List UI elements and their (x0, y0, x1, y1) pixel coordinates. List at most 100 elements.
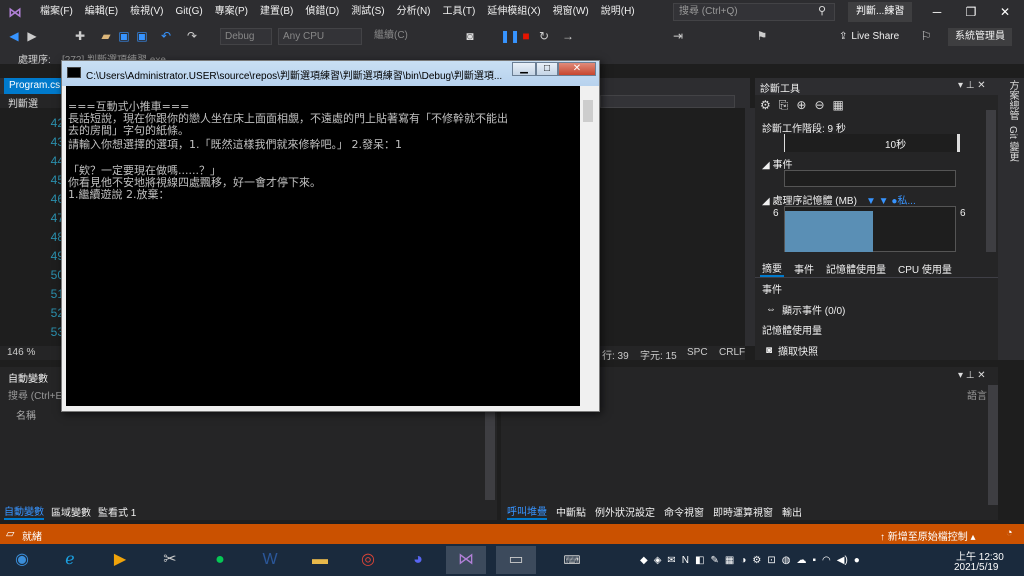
console-scrollbar-thumb[interactable] (583, 100, 593, 122)
discord-icon[interactable]: ◕ (398, 546, 438, 574)
member-dropdown[interactable] (600, 95, 735, 108)
tab-cpu-usage[interactable]: CPU 使用量 (896, 261, 954, 276)
console-close-button[interactable]: ✕ (558, 62, 596, 76)
settings-icon[interactable]: ⚙ (760, 98, 771, 112)
tray-app-icon[interactable]: ⚙ (752, 555, 761, 566)
start-button-icon[interactable]: ◉ (2, 546, 42, 574)
memory-section-label[interactable]: ◢ 處理序記憶體 (MB) (762, 192, 857, 207)
open-folder-icon[interactable]: ▰ (98, 28, 114, 44)
admin-badge[interactable]: 系統管理員 (948, 28, 1012, 46)
take-snapshot-button[interactable]: ◙ 擷取快照 (766, 343, 818, 358)
menu-help[interactable]: 說明(H) (595, 0, 641, 24)
snipping-tool-icon[interactable]: ✂ (150, 546, 190, 574)
tab-memory-usage[interactable]: 記憶體使用量 (824, 261, 888, 276)
column-indicator[interactable]: 字元: 15 (640, 347, 677, 362)
close-button[interactable]: ✕ (988, 0, 1022, 24)
zoom-in-icon[interactable]: ⊕ (796, 98, 806, 112)
feedback-icon[interactable]: ⚐ (918, 28, 934, 44)
tab-output[interactable]: 輸出 (782, 504, 802, 519)
step-icon[interactable]: → (560, 28, 576, 44)
git-changes-tab[interactable]: Git 變更 (1005, 126, 1020, 162)
solution-explorer-tab[interactable]: 方案總管 (1005, 80, 1020, 120)
tray-app-icon[interactable]: ✎ (710, 555, 718, 566)
live-share-button[interactable]: ⇪ Live Share (839, 28, 899, 46)
tab-events[interactable]: 事件 (792, 261, 816, 276)
menu-analyze[interactable]: 分析(N) (391, 0, 437, 24)
restart-icon[interactable]: ↻ (536, 28, 552, 44)
volume-icon[interactable]: ◀) (837, 555, 848, 566)
tray-app-icon[interactable]: ◧ (695, 555, 704, 566)
events-section-label[interactable]: ◢ 事件 (762, 156, 792, 171)
menu-file[interactable]: 檔案(F) (34, 0, 79, 24)
panel-controls-icon[interactable]: ▾ ⊥ ✕ (958, 370, 986, 381)
tray-app-icon[interactable]: ◍ (782, 555, 791, 566)
tray-app-icon[interactable]: ▦ (725, 555, 734, 566)
menu-project[interactable]: 專案(P) (209, 0, 254, 24)
console-scrollbar[interactable] (581, 86, 595, 406)
restore-button[interactable]: ❐ (954, 0, 988, 24)
pause-icon[interactable]: ❚❚ (500, 28, 520, 44)
console-maximize-button[interactable]: □ (536, 62, 558, 76)
tab-watch1[interactable]: 監看式 1 (98, 504, 136, 519)
tray-app-icon[interactable]: ✉ (667, 555, 675, 566)
menu-build[interactable]: 建置(B) (254, 0, 299, 24)
word-icon[interactable]: W (250, 546, 290, 574)
menu-extensions[interactable]: 延伸模組(X) (481, 0, 546, 24)
tray-app-icon[interactable]: ◈ (654, 555, 662, 566)
tab-exception-settings[interactable]: 例外狀況設定 (595, 504, 655, 519)
stop-icon[interactable]: ■ (518, 28, 534, 44)
tab-summary[interactable]: 摘要 (760, 260, 784, 277)
bookmark-icon[interactable]: ⚑ (754, 28, 770, 44)
tray-app-icon[interactable]: ◑ (740, 555, 746, 566)
line-tray-icon[interactable]: ● (854, 555, 860, 566)
file-explorer-icon[interactable]: ▬ (300, 546, 340, 574)
search-icon[interactable]: ⚲ (818, 4, 826, 17)
tab-immediate-window[interactable]: 即時運算視窗 (713, 504, 773, 519)
tab-program-cs[interactable]: Program.cs (4, 78, 66, 94)
menu-test[interactable]: 測試(S) (345, 0, 390, 24)
tab-command-window[interactable]: 命令視窗 (664, 504, 704, 519)
diagnostic-scrollbar[interactable] (986, 110, 996, 252)
timeline-ruler[interactable] (784, 134, 960, 152)
forward-icon[interactable]: ▶ (24, 28, 40, 44)
media-player-icon[interactable]: ▶ (100, 546, 140, 574)
keyboard-icon[interactable]: ⌨ (552, 546, 592, 574)
language-column[interactable]: 語言 (967, 387, 987, 402)
camera-icon[interactable]: ◙ (462, 28, 478, 44)
config-dropdown[interactable]: Debug (220, 28, 272, 45)
undo-icon[interactable]: ↶ (158, 28, 174, 44)
tray-app-icon[interactable]: N (682, 555, 689, 566)
minimize-button[interactable]: ─ (920, 0, 954, 24)
output-icon[interactable]: ▱ (6, 527, 14, 540)
visual-studio-taskbar-icon[interactable]: ⋈ (446, 546, 486, 574)
tray-app-icon[interactable]: ◆ (640, 555, 648, 566)
wifi-icon[interactable]: ◠ (822, 555, 831, 566)
edge-icon[interactable]: ℯ (50, 546, 90, 574)
tray-app-icon[interactable]: ▪ (812, 555, 816, 566)
console-minimize-button[interactable]: ▁ (512, 62, 536, 76)
tab-locals[interactable]: 區域變數 (51, 504, 91, 519)
add-to-source-control-button[interactable]: ↑ 新增至原始檔控制 ▴ (880, 528, 976, 543)
panel-pin-icon[interactable]: ▾ ⊥ ✕ (958, 80, 986, 91)
search-input[interactable]: 搜尋 (Ctrl+Q) (673, 3, 835, 21)
reset-view-icon[interactable]: ▦ (833, 98, 844, 112)
autos-name-column[interactable]: 名稱 (16, 407, 36, 422)
breakpoint-icon[interactable]: ⇥ (670, 28, 686, 44)
tray-app-icon[interactable]: ☁ (796, 555, 806, 566)
back-icon[interactable]: ◀ (6, 28, 22, 44)
export-icon[interactable]: ⎘ (779, 98, 789, 113)
clock-time[interactable]: 上午 12:30 (956, 548, 1004, 563)
show-events-link[interactable]: ⇔ 顯示事件 (0/0) (766, 302, 845, 317)
console-taskbar-icon[interactable]: ▭ (496, 546, 536, 574)
menu-edit[interactable]: 編輯(E) (79, 0, 124, 24)
tab-call-stack[interactable]: 呼叫堆疊 (507, 503, 547, 520)
continue-button[interactable]: 繼續(C) (370, 28, 434, 45)
clock-date[interactable]: 2021/5/19 (954, 562, 999, 573)
whitespace-indicator[interactable]: SPC (687, 347, 708, 358)
line-indicator[interactable]: 行: 39 (602, 347, 629, 362)
line-ending-indicator[interactable]: CRLF (719, 347, 745, 358)
notification-icon[interactable]: ◔ (1006, 527, 1013, 539)
new-item-icon[interactable]: ✚ (72, 28, 88, 44)
menu-tools[interactable]: 工具(T) (437, 0, 482, 24)
menu-window[interactable]: 視窗(W) (547, 0, 595, 24)
